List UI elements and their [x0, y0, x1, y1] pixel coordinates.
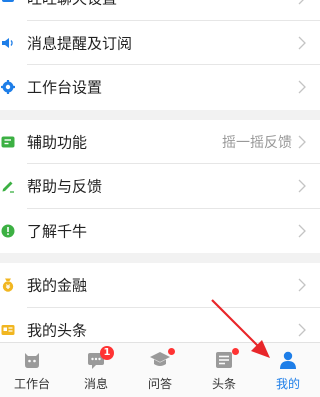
settings-item-label: 帮助与反馈	[27, 177, 103, 196]
tab-label: 工作台	[13, 377, 50, 391]
notification-dot	[232, 348, 239, 355]
bottom-tab-bar: 工作台 1 消息 问答 头条 我的	[0, 342, 320, 397]
tab-me[interactable]: 我的	[256, 343, 320, 397]
section-gap	[0, 109, 320, 120]
settings-item-notifications[interactable]: 消息提醒及订阅	[0, 20, 320, 65]
user-icon	[276, 349, 300, 371]
settings-item-label: 辅助功能	[27, 133, 88, 152]
settings-group-1: 旺旺聊天设置 消息提醒及订阅 工作台设置	[0, 0, 320, 110]
tab-label: 头条	[211, 377, 236, 391]
tab-label: 问答	[147, 377, 172, 391]
settings-list: 旺旺聊天设置 消息提醒及订阅 工作台设置 辅助功能	[0, 0, 320, 352]
message-icon: 1	[84, 346, 114, 371]
chevron-right-icon	[298, 36, 306, 50]
settings-item-finance[interactable]: ¥ 我的金融	[0, 263, 320, 308]
settings-item-label: 工作台设置	[27, 78, 103, 97]
settings-item-label: 旺旺聊天设置	[27, 0, 117, 9]
tab-headlines[interactable]: 头条	[192, 343, 256, 397]
settings-item-label: 我的头条	[27, 321, 88, 340]
finance-icon: ¥	[1, 278, 15, 292]
tab-qa[interactable]: 问答	[128, 343, 192, 397]
settings-item-about[interactable]: 了解千牛	[0, 208, 320, 253]
settings-item-accessibility[interactable]: 辅助功能 摇一摇反馈	[0, 119, 320, 164]
qa-icon	[148, 348, 175, 371]
info-icon	[1, 224, 15, 238]
settings-item-label: 消息提醒及订阅	[27, 34, 133, 53]
settings-item-workbench[interactable]: 工作台设置	[0, 65, 320, 110]
tab-workbench[interactable]: 工作台	[0, 343, 64, 397]
chevron-right-icon	[298, 278, 306, 292]
shake-feedback-text: 摇一摇反馈	[222, 134, 292, 151]
chat-settings-icon	[1, 0, 15, 5]
chevron-right-icon	[298, 80, 306, 94]
svg-text:¥: ¥	[6, 283, 11, 291]
tab-label: 消息	[83, 377, 108, 391]
section-gap	[0, 253, 320, 263]
settings-item-help[interactable]: 帮助与反馈	[0, 164, 320, 209]
workbench-icon	[20, 349, 44, 371]
assist-icon	[1, 135, 15, 149]
tab-messages[interactable]: 1 消息	[64, 343, 128, 397]
settings-item-label: 我的金融	[27, 276, 88, 295]
tab-label: 我的	[275, 377, 300, 391]
chevron-right-icon	[298, 323, 306, 337]
pencil-icon	[1, 179, 15, 193]
unread-badge: 1	[100, 346, 114, 360]
settings-group-2: 辅助功能 摇一摇反馈 帮助与反馈 了解千牛	[0, 119, 320, 253]
settings-item-chat[interactable]: 旺旺聊天设置	[0, 0, 320, 21]
settings-item-label: 了解千牛	[27, 222, 88, 241]
notification-dot	[168, 348, 175, 355]
headline-icon	[212, 348, 239, 371]
settings-group-3: ¥ 我的金融 我的头条	[0, 263, 320, 352]
headline-card-icon	[1, 323, 15, 337]
speaker-icon	[1, 36, 15, 50]
chevron-right-icon	[298, 179, 306, 193]
chevron-right-icon	[298, 135, 306, 149]
gear-icon	[1, 80, 15, 95]
chevron-right-icon	[298, 224, 306, 238]
chevron-right-icon	[298, 0, 305, 5]
